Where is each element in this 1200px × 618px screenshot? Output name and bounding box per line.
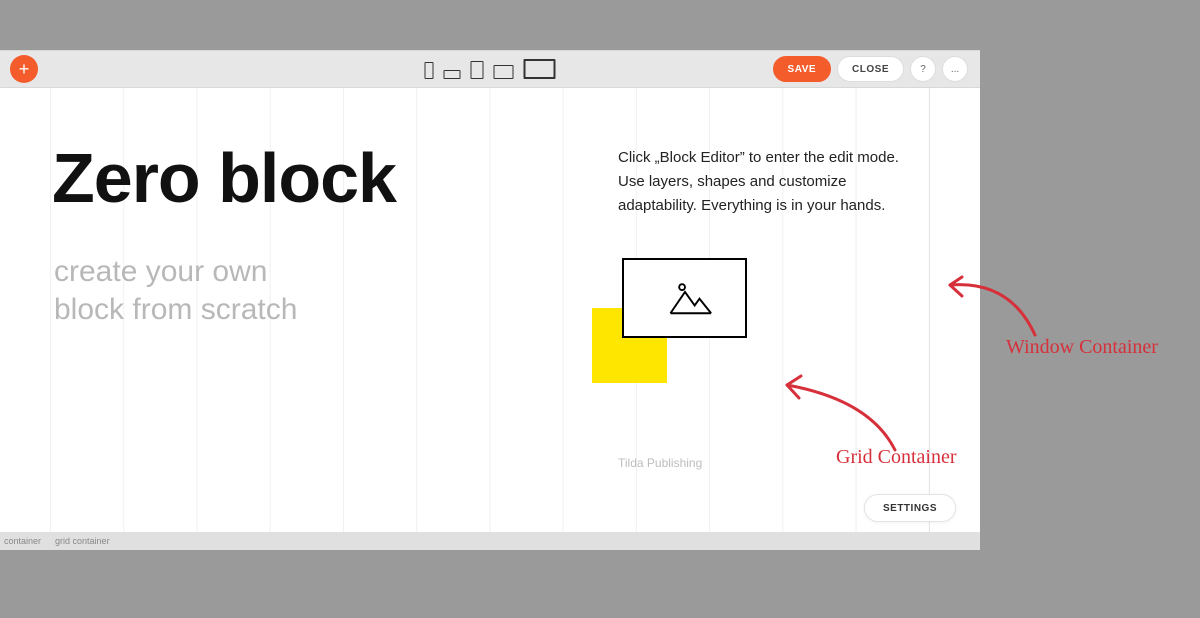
tablet-landscape-icon[interactable]	[494, 65, 514, 79]
settings-button[interactable]: SETTINGS	[864, 494, 956, 522]
plus-icon: +	[19, 59, 30, 80]
status-container-label: container	[4, 536, 41, 546]
hero-subtitle: create your own block from scratch	[54, 253, 297, 328]
image-placeholder-group	[592, 258, 752, 378]
image-placeholder-icon	[624, 260, 745, 337]
canvas-area[interactable]: Zero block create your own block from sc…	[0, 88, 980, 532]
hero-title: Zero block	[52, 138, 396, 218]
close-button[interactable]: CLOSE	[837, 56, 904, 82]
top-toolbar: + SAVE CLOSE ? ...	[0, 50, 980, 88]
tablet-portrait-icon[interactable]	[471, 61, 484, 79]
annotation-window-container: Window Container	[1006, 336, 1158, 359]
status-bar: container grid container	[0, 532, 980, 550]
more-button[interactable]: ...	[942, 56, 968, 82]
status-grid-container-label: grid container	[55, 536, 110, 546]
help-icon: ?	[920, 64, 926, 75]
hero-subtitle-line2: block from scratch	[54, 293, 297, 326]
image-frame	[622, 258, 747, 338]
desktop-icon[interactable]	[524, 59, 556, 79]
description-text: Click „Block Editor” to enter the edit m…	[618, 146, 918, 218]
phone-landscape-icon[interactable]	[444, 70, 461, 79]
help-button[interactable]: ?	[910, 56, 936, 82]
credit-text: Tilda Publishing	[618, 456, 702, 470]
toolbar-actions: SAVE CLOSE ? ...	[773, 56, 968, 82]
device-switcher	[425, 59, 556, 79]
phone-portrait-icon[interactable]	[425, 62, 434, 79]
editor-window: + SAVE CLOSE ? ... Zero block create you…	[0, 50, 980, 550]
add-button[interactable]: +	[10, 55, 38, 83]
hero-subtitle-line1: create your own	[54, 255, 267, 288]
more-icon: ...	[951, 64, 959, 75]
save-button[interactable]: SAVE	[773, 56, 832, 82]
